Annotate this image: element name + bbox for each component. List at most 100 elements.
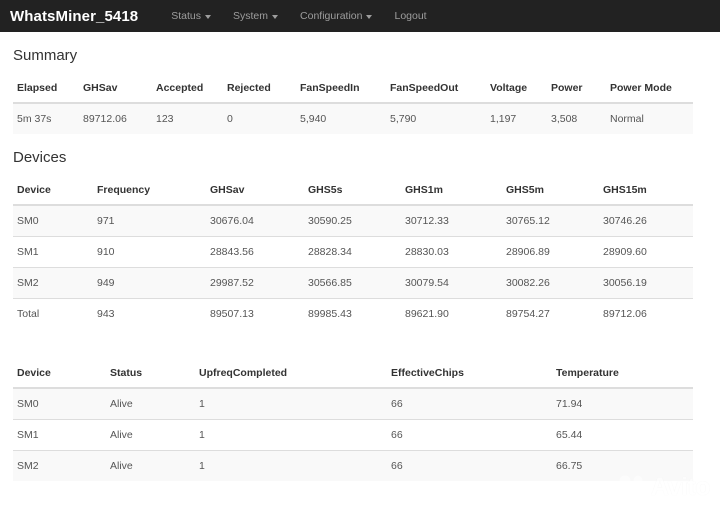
devices-status-header-row: Device Status UpfreqCompleted EffectiveChip…: [13, 359, 693, 389]
devices-hashrate-cell: 28843.56: [206, 236, 304, 268]
devices-hashrate-cell: 30676.04: [206, 204, 304, 237]
nav-item-system[interactable]: System: [222, 10, 289, 22]
summary-cell: 5m 37s: [13, 102, 79, 134]
devices-hashrate-column-header: Frequency: [93, 176, 206, 206]
navbar-links: Status System Configuration Logout: [160, 10, 437, 22]
devices-hashrate-cell: 30079.54: [401, 267, 502, 299]
navbar-brand[interactable]: WhatsMiner_5418: [10, 8, 138, 25]
devices-status-cell: 71.94: [552, 387, 693, 420]
devices-hashrate-table-body: SM0 971 30676.04 30590.25 30712.33 30765.12 30…: [13, 204, 693, 329]
devices-hashrate-cell: 89507.13: [206, 298, 304, 329]
summary-column-header: FanSpeedIn: [296, 74, 386, 104]
summary-column-header: FanSpeedOut: [386, 74, 486, 104]
summary-column-header: GHSav: [79, 74, 152, 104]
devices-status-cell: 66: [387, 419, 552, 451]
devices-status-cell: SM2: [13, 450, 106, 481]
devices-hashrate-cell: 28909.60: [599, 236, 693, 268]
summary-section-title: Summary: [13, 47, 78, 64]
devices-hashrate-cell: 89754.27: [502, 298, 599, 329]
summary-column-header: Power: [547, 74, 606, 104]
devices-status-cell: 66: [387, 387, 552, 420]
summary-header-row: Elapsed GHSav Accepted Rejected FanSpeedIn Fa…: [13, 74, 693, 104]
devices-hashrate-cell: Total: [13, 298, 93, 329]
nav-item-status-label: Status: [171, 10, 201, 22]
table-separator: [13, 333, 707, 359]
devices-hashrate-table: Device Frequency GHSav GHS5s GHS1m GHS5m GHS15…: [13, 176, 693, 329]
summary-column-header: Accepted: [152, 74, 223, 104]
devices-hashrate-cell: 30765.12: [502, 204, 599, 237]
nav-item-logout[interactable]: Logout: [383, 10, 437, 22]
devices-hashrate-cell: 971: [93, 204, 206, 237]
devices-hashrate-cell: 30566.85: [304, 267, 401, 299]
devices-status-column-header: Status: [106, 359, 195, 389]
devices-hashrate-cell: 28906.89: [502, 236, 599, 268]
summary-column-header: Elapsed: [13, 74, 79, 104]
summary-cell: Normal: [606, 102, 693, 134]
summary-table: Elapsed GHSav Accepted Rejected FanSpeedIn Fa…: [13, 74, 693, 134]
summary-cell: 1,197: [486, 102, 547, 134]
table-row: Total 943 89507.13 89985.43 89621.90 89754.27…: [13, 298, 693, 329]
devices-status-table: Device Status UpfreqCompleted EffectiveChip…: [13, 359, 693, 481]
devices-status-table-wrapper: Device Status UpfreqCompleted EffectiveChip…: [13, 359, 693, 481]
devices-hashrate-column-header: GHS5s: [304, 176, 401, 206]
devices-hashrate-cell: 28830.03: [401, 236, 502, 268]
nav-item-configuration-label: Configuration: [300, 10, 363, 22]
summary-table-wrapper: Elapsed GHSav Accepted Rejected FanSpeedIn Fa…: [13, 74, 693, 134]
devices-status-cell: Alive: [106, 419, 195, 451]
nav-item-configuration[interactable]: Configuration: [289, 10, 383, 22]
table-row: SM0 971 30676.04 30590.25 30712.33 30765.12 30…: [13, 204, 693, 237]
table-row: 5m 37s 89712.06 123 0 5,940 5,790 1,197 3,508 No…: [13, 102, 693, 134]
devices-hashrate-column-header: Device: [13, 176, 93, 206]
devices-hashrate-cell: SM0: [13, 204, 93, 237]
devices-status-cell: 1: [195, 450, 387, 481]
nav-item-logout-label: Logout: [394, 10, 427, 22]
devices-hashrate-cell: 949: [93, 267, 206, 299]
summary-cell: 5,790: [386, 102, 486, 134]
devices-status-column-header: UpfreqCompleted: [195, 359, 387, 389]
devices-hashrate-cell: 30590.25: [304, 204, 401, 237]
devices-status-cell: 1: [195, 419, 387, 451]
nav-item-status[interactable]: Status: [160, 10, 222, 22]
summary-cell: 89712.06: [79, 102, 152, 134]
devices-status-column-header: Device: [13, 359, 106, 389]
devices-hashrate-table-head: Device Frequency GHSav GHS5s GHS1m GHS5m GHS15…: [13, 176, 693, 206]
summary-cell: 123: [152, 102, 223, 134]
page-content: Summary Elapsed GHSav Accepted Rejected FanS…: [0, 47, 720, 481]
table-row: SM2 Alive 1 66 66.75: [13, 450, 693, 481]
devices-hashrate-cell: 89985.43: [304, 298, 401, 329]
nav-item-system-label: System: [233, 10, 269, 22]
devices-hashrate-column-header: GHS1m: [401, 176, 502, 206]
devices-status-cell: 66: [387, 450, 552, 481]
devices-status-cell: SM1: [13, 419, 106, 451]
chevron-down-icon: [272, 14, 279, 19]
devices-hashrate-cell: 910: [93, 236, 206, 268]
devices-hashrate-cell: 943: [93, 298, 206, 329]
chevron-down-icon: [366, 14, 373, 19]
devices-status-cell: Alive: [106, 387, 195, 420]
devices-hashrate-column-header: GHSav: [206, 176, 304, 206]
summary-column-header: Voltage: [486, 74, 547, 104]
devices-status-cell: SM0: [13, 387, 106, 420]
devices-status-table-head: Device Status UpfreqCompleted EffectiveChip…: [13, 359, 693, 389]
devices-status-column-header: EffectiveChips: [387, 359, 552, 389]
devices-hashrate-column-header: GHS15m: [599, 176, 693, 206]
devices-hashrate-cell: 30082.26: [502, 267, 599, 299]
devices-hashrate-cell: SM2: [13, 267, 93, 299]
devices-hashrate-table-wrapper: Device Frequency GHSav GHS5s GHS1m GHS5m GHS15…: [13, 176, 693, 329]
summary-column-header: Power Mode: [606, 74, 693, 104]
table-row: SM0 Alive 1 66 71.94: [13, 387, 693, 420]
devices-status-cell: Alive: [106, 450, 195, 481]
devices-hashrate-column-header: GHS5m: [502, 176, 599, 206]
summary-table-body: 5m 37s 89712.06 123 0 5,940 5,790 1,197 3,508 No…: [13, 102, 693, 134]
summary-cell: 0: [223, 102, 296, 134]
devices-section-title: Devices: [13, 149, 67, 166]
devices-hashrate-cell: 28828.34: [304, 236, 401, 268]
summary-table-head: Elapsed GHSav Accepted Rejected FanSpeedIn Fa…: [13, 74, 693, 104]
chevron-down-icon: [205, 14, 211, 19]
devices-status-cell: 66.75: [552, 450, 693, 481]
summary-column-header: Rejected: [223, 74, 296, 104]
table-row: SM1 910 28843.56 28828.34 28830.03 28906.89 28…: [13, 236, 693, 268]
table-row: SM1 Alive 1 66 65.44: [13, 419, 693, 451]
devices-hashrate-cell: 89621.90: [401, 298, 502, 329]
devices-hashrate-header-row: Device Frequency GHSav GHS5s GHS1m GHS5m GHS15…: [13, 176, 693, 206]
